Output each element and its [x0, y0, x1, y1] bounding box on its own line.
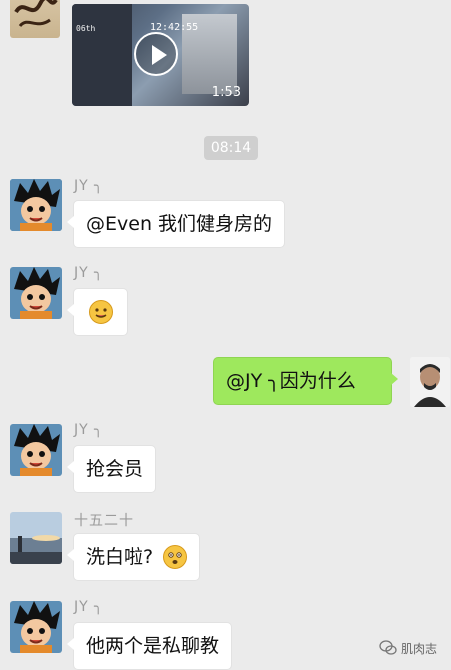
- message-bubble[interactable]: 抢会员: [66, 445, 157, 493]
- face-with-tongue-emoji: [88, 300, 113, 324]
- avatar-top[interactable]: [10, 0, 60, 38]
- message-text: 洗白啦?: [86, 546, 154, 568]
- avatar-shiwuershi[interactable]: [10, 512, 62, 564]
- avatar-jy[interactable]: [10, 179, 62, 231]
- sender-name: 十五二十: [74, 513, 134, 529]
- message-text: 他两个是私聊教: [86, 635, 220, 657]
- outgoing-message-bubble[interactable]: @JY ╮因为什么: [213, 357, 398, 405]
- watermark: 肌肉志: [379, 639, 437, 657]
- sender-name: JY ╮: [74, 178, 104, 194]
- video-message[interactable]: 06th 12:42:55 1:53: [72, 4, 249, 106]
- avatar-jy[interactable]: [10, 267, 62, 319]
- avatar-jy[interactable]: [10, 424, 62, 476]
- avatar-self[interactable]: [410, 357, 450, 407]
- anime-boy-avatar: [10, 267, 62, 319]
- wechat-icon: [379, 640, 397, 655]
- video-duration: 1:53: [211, 85, 241, 100]
- anime-boy-avatar: [10, 601, 62, 653]
- sender-name: JY ╮: [74, 422, 104, 438]
- watermark-text: 肌肉志: [400, 641, 437, 656]
- man-portrait-avatar: [410, 357, 450, 407]
- message-text: @Even 我们健身房的: [86, 213, 273, 235]
- message-text: 抢会员: [86, 458, 144, 480]
- video-overlay-text: 06th: [76, 24, 96, 33]
- play-icon[interactable]: [134, 32, 178, 76]
- message-bubble[interactable]: 他两个是私聊教: [66, 622, 233, 670]
- sunset-photo-avatar: [10, 512, 62, 564]
- message-bubble[interactable]: @Even 我们健身房的: [66, 200, 286, 248]
- message-text: @JY ╮因为什么: [226, 370, 356, 392]
- message-bubble[interactable]: 洗白啦?: [66, 533, 201, 581]
- sender-name: JY ╮: [74, 599, 104, 615]
- time-divider: 08:14: [204, 136, 258, 160]
- anime-boy-avatar: [10, 179, 62, 231]
- sender-name: JY ╮: [74, 265, 104, 281]
- avatar-jy[interactable]: [10, 601, 62, 653]
- calligraphy-image: [14, 0, 58, 28]
- anime-boy-avatar: [10, 424, 62, 476]
- message-bubble[interactable]: [67, 288, 128, 336]
- surprised-face-emoji: [163, 545, 188, 569]
